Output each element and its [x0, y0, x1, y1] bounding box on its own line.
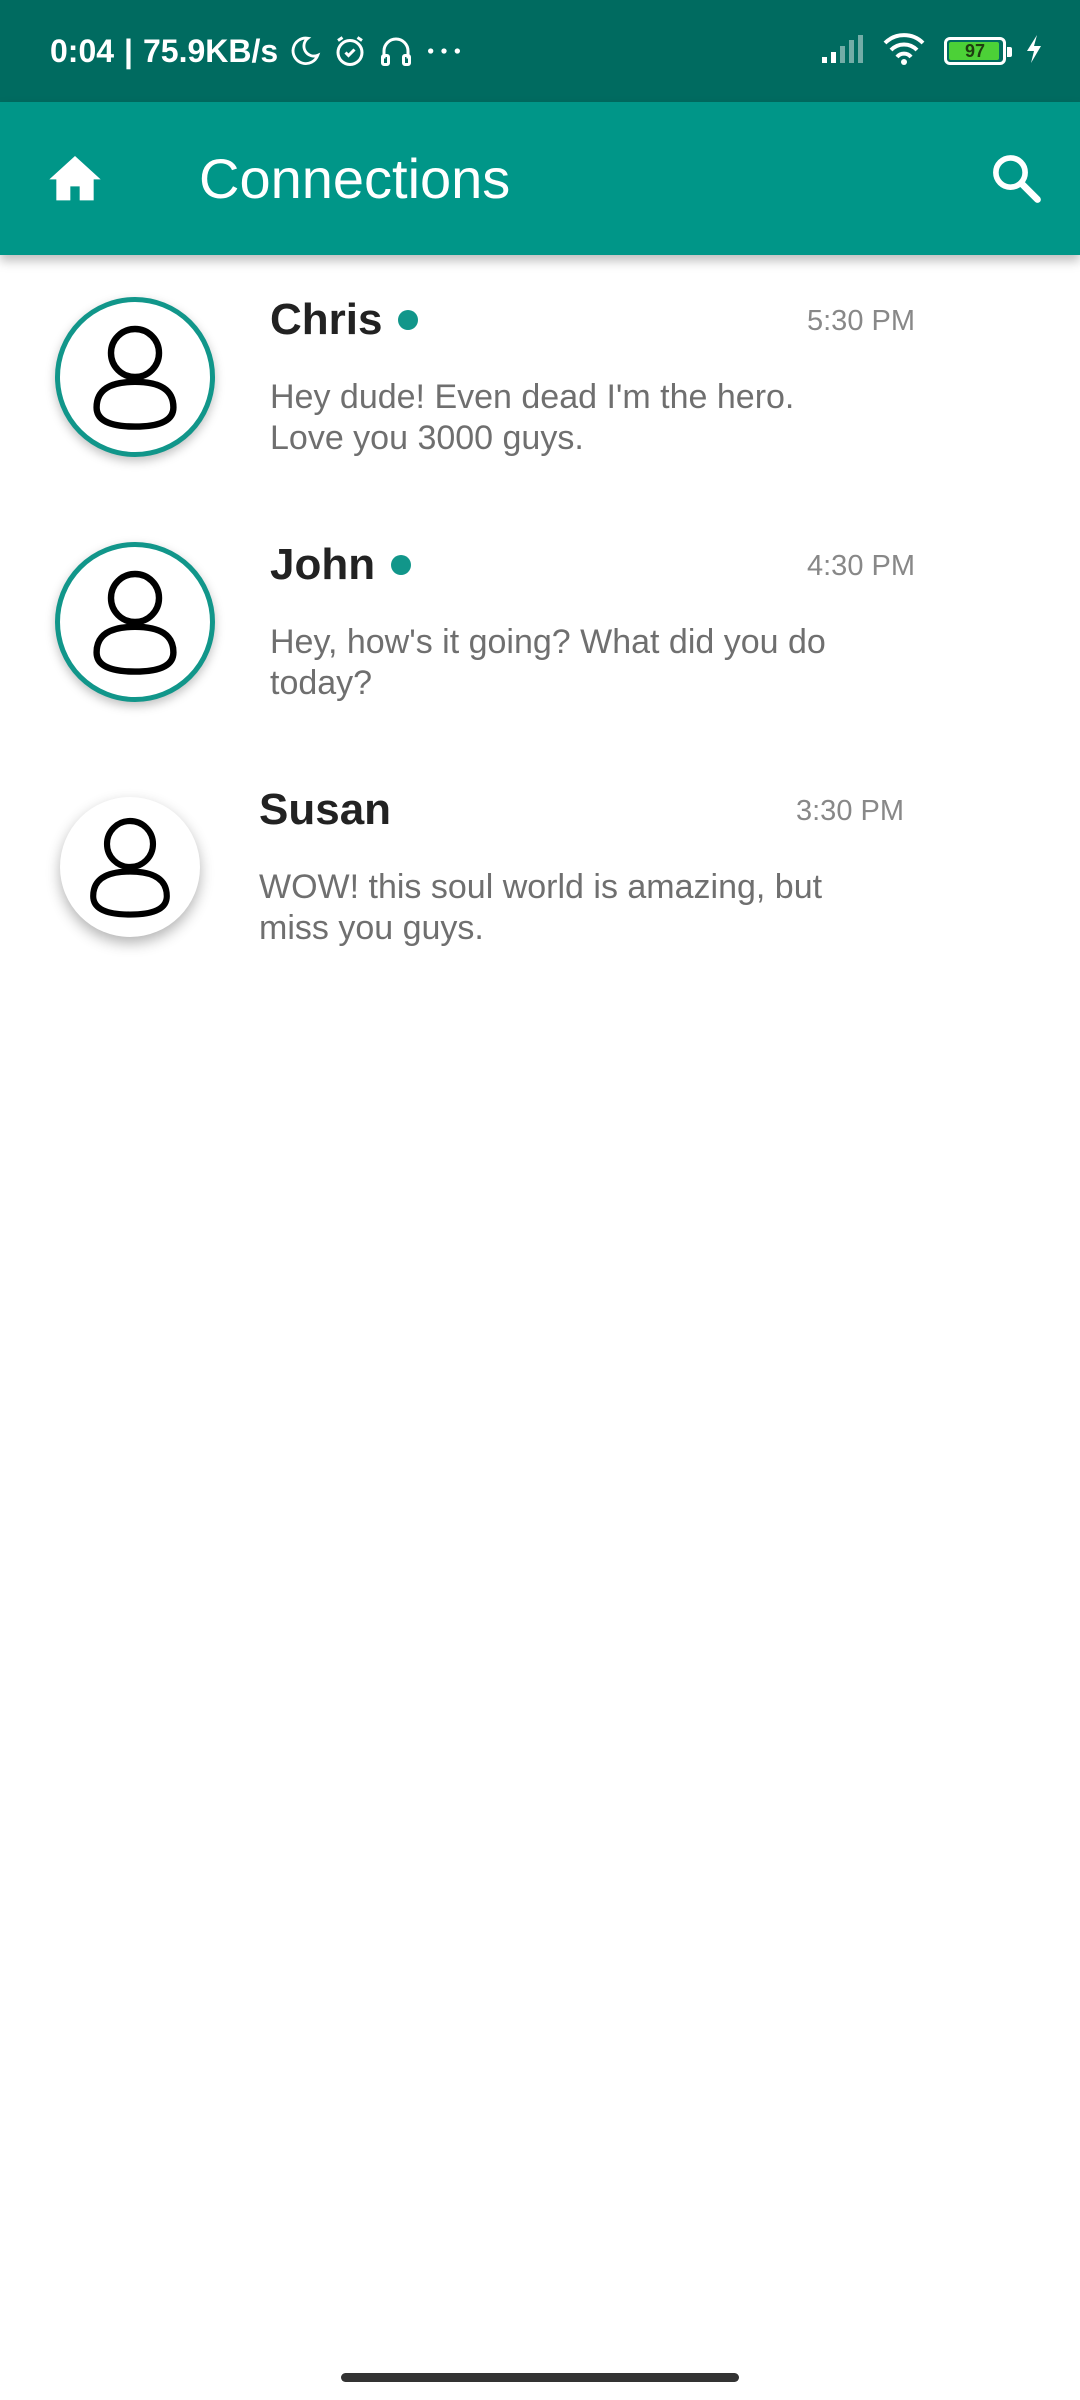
online-status-dot — [391, 555, 412, 575]
signal-icon — [820, 33, 864, 70]
name-row: Chris — [270, 295, 419, 345]
headset-icon — [378, 33, 414, 69]
wifi-icon — [882, 32, 926, 71]
user-icon — [93, 325, 177, 430]
status-right: 97 — [820, 0, 1044, 102]
contact-name: John — [270, 540, 376, 589]
alarm-icon — [332, 33, 368, 69]
contact-name: Chris — [270, 295, 383, 344]
message-time: 5:30 PM — [807, 305, 915, 337]
message-time: 3:30 PM — [796, 795, 904, 827]
search-button[interactable] — [980, 146, 1050, 212]
home-icon — [47, 151, 103, 208]
page-title: Connections — [199, 147, 511, 210]
conversation-item-john[interactable]: John 4:30 PM Hey, how's it going? What d… — [0, 500, 1080, 740]
message-time: 4:30 PM — [807, 550, 915, 582]
user-icon — [93, 570, 177, 675]
battery-percent: 97 — [964, 40, 986, 61]
battery-icon: 97 — [944, 37, 1012, 65]
avatar[interactable] — [55, 542, 215, 702]
message-preview: WOW! this soul world is amazing, but mis… — [259, 868, 823, 947]
charging-icon — [1024, 34, 1044, 69]
status-left: 0:04 | 75.9KB/s — [50, 0, 464, 102]
contact-name: Susan — [259, 785, 392, 834]
status-time: 0:04 — [50, 32, 115, 69]
avatar[interactable] — [60, 797, 200, 937]
name-row: John — [270, 540, 412, 590]
status-bar: 0:04 | 75.9KB/s 97 — [0, 0, 1080, 102]
app-bar: Connections — [0, 102, 1080, 255]
conversation-item-chris[interactable]: Chris 5:30 PM Hey dude! Even dead I'm th… — [0, 255, 1080, 495]
home-indicator[interactable] — [341, 2373, 739, 2382]
search-icon — [988, 150, 1042, 209]
conversation-item-susan[interactable]: Susan 3:30 PM WOW! this soul world is am… — [0, 745, 1080, 985]
user-icon — [90, 817, 170, 918]
online-status-dot — [398, 310, 419, 330]
moon-icon — [288, 34, 322, 68]
message-preview: Hey, how's it going? What did you do tod… — [270, 623, 826, 702]
battery-cap — [1007, 47, 1012, 57]
status-separator: | — [124, 32, 133, 69]
message-preview: Hey dude! Even dead I'm the hero. Love y… — [270, 378, 795, 457]
home-button[interactable] — [40, 146, 110, 212]
more-dots-icon — [424, 33, 464, 69]
status-speed: 75.9KB/s — [143, 32, 279, 69]
avatar[interactable] — [55, 297, 215, 457]
name-row: Susan — [259, 785, 391, 835]
